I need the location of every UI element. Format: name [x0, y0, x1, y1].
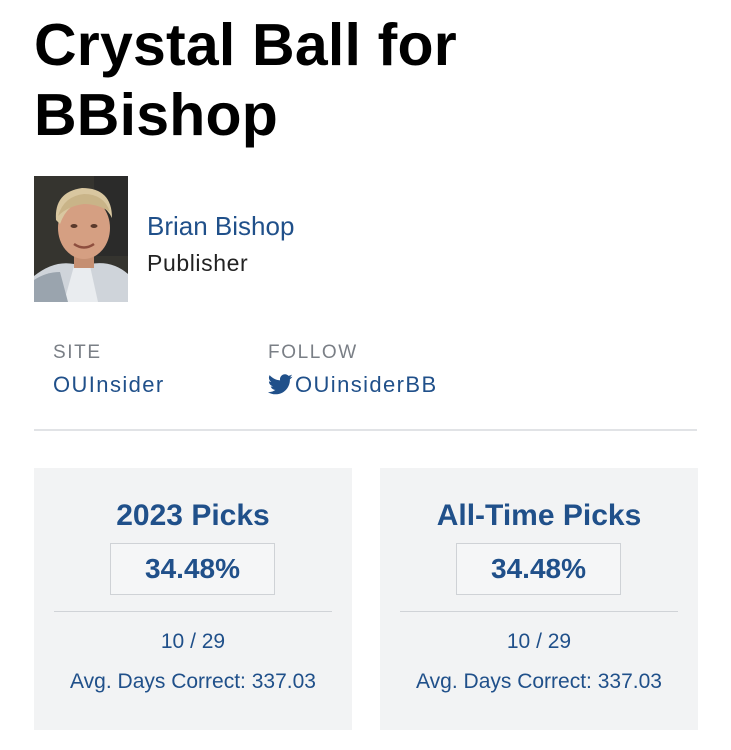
- card-title: 2023 Picks: [116, 499, 270, 532]
- percentage-box: 34.48%: [456, 543, 621, 595]
- card-divider: [54, 611, 332, 612]
- author-role: Publisher: [147, 250, 249, 276]
- pick-record: 10 / 29: [506, 630, 572, 653]
- follow-label: FOLLOW: [268, 342, 358, 363]
- follow-handle: OUinsiderBB: [295, 372, 438, 397]
- avg-days-correct: Avg. Days Correct: 337.03: [416, 670, 662, 693]
- author-avatar[interactable]: [34, 176, 128, 302]
- page-title: Crystal Ball for BBishop: [34, 12, 457, 148]
- site-link[interactable]: OUInsider: [53, 370, 165, 400]
- twitter-icon: [268, 374, 293, 395]
- card-title: All-Time Picks: [436, 499, 642, 532]
- picks-card-all-time: All-Time Picks 34.48% 10 / 29 Avg. Days …: [380, 468, 698, 730]
- follow-link[interactable]: OUinsiderBB: [268, 370, 438, 400]
- section-divider: [34, 429, 697, 431]
- avg-days-correct: Avg. Days Correct: 337.03: [70, 670, 316, 693]
- author-photo: [34, 176, 128, 302]
- percentage-box: 34.48%: [110, 543, 275, 595]
- crystal-ball-profile-page: Crystal Ball for BBishop Brian Bishop Pu…: [0, 0, 731, 750]
- card-divider: [400, 611, 678, 612]
- picks-card-2023: 2023 Picks 34.48% 10 / 29 Avg. Days Corr…: [34, 468, 352, 730]
- author-name-link[interactable]: Brian Bishop: [147, 210, 294, 242]
- pick-record: 10 / 29: [160, 630, 226, 653]
- site-label: SITE: [53, 342, 102, 363]
